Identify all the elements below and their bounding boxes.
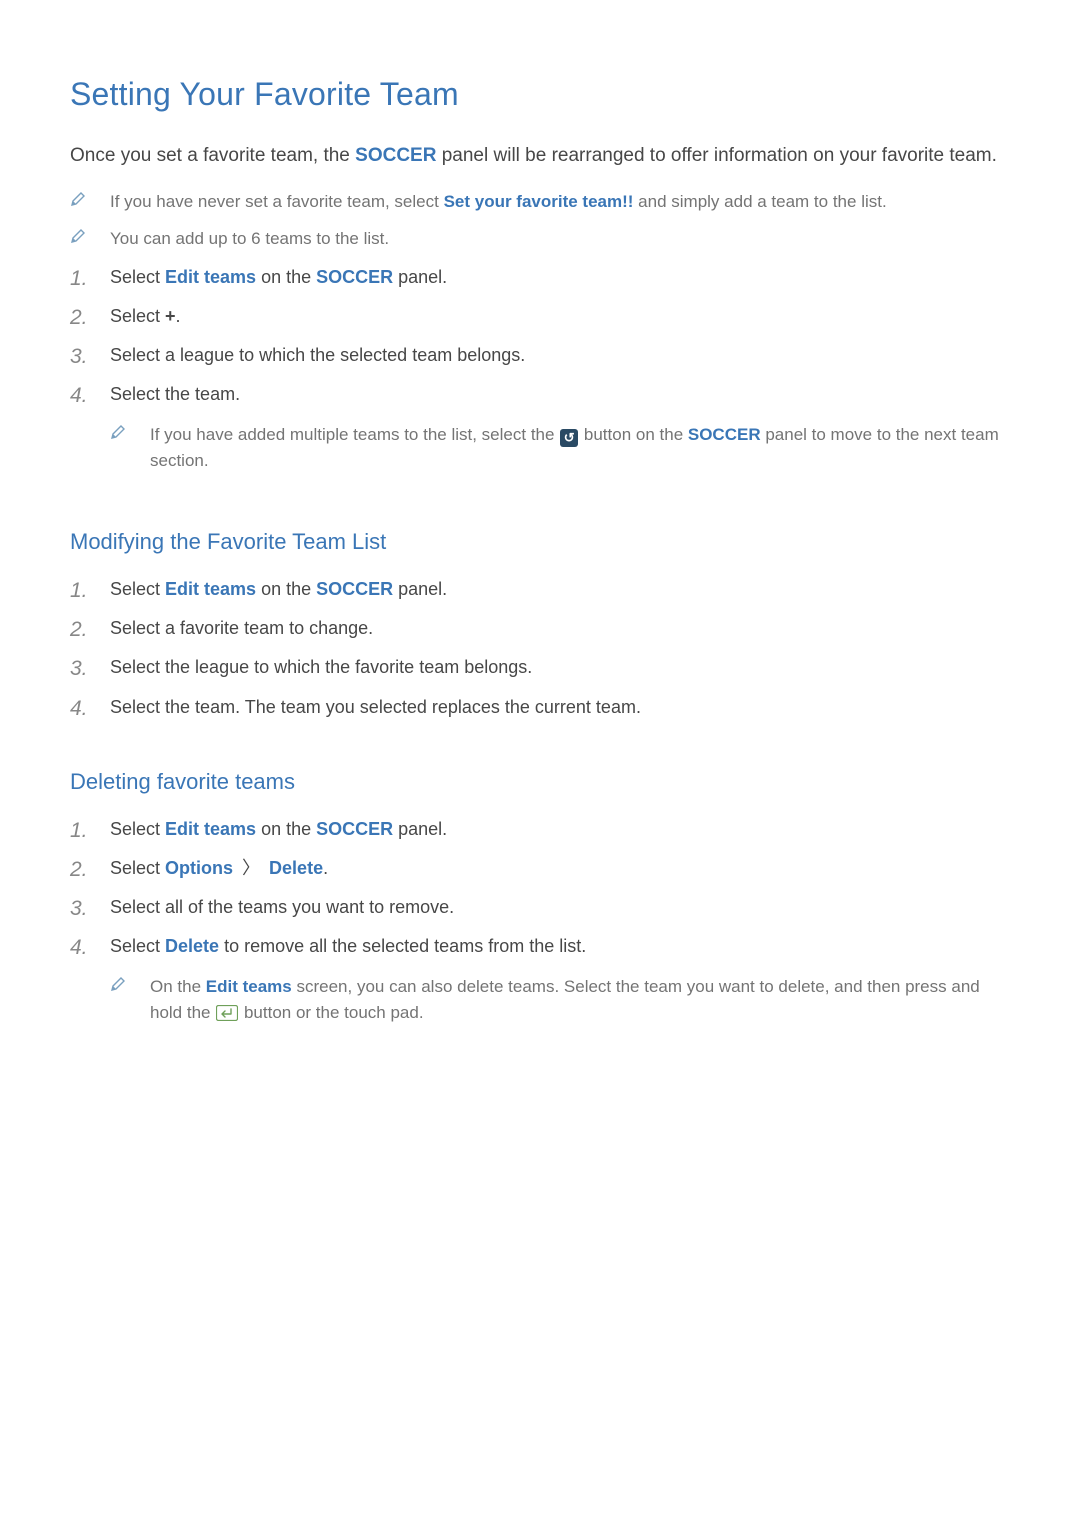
pencil-icon	[110, 424, 126, 473]
step-number: 1.	[70, 818, 88, 843]
nested-note-list: On the Edit teams screen, you can also d…	[110, 974, 1010, 1025]
intro-pre: Once you set a favorite team, the	[70, 145, 355, 166]
step-text: Select Edit teams on the SOCCER panel.	[110, 264, 1010, 291]
step-text: Select a league to which the selected te…	[110, 342, 1010, 369]
page-title: Setting Your Favorite Team	[70, 70, 1010, 118]
step-number: 3.	[70, 656, 88, 681]
step-item: 4. Select Delete to remove all the selec…	[70, 933, 1010, 1033]
note-text: If you have never set a favorite team, s…	[110, 189, 1010, 215]
top-notes-list: If you have never set a favorite team, s…	[70, 189, 1010, 482]
intro-paragraph: Once you set a favorite team, the SOCCER…	[70, 142, 1010, 171]
modify-steps-list: 1. Select Edit teams on the SOCCER panel…	[70, 576, 1010, 721]
nested-note: On the Edit teams screen, you can also d…	[110, 974, 1010, 1025]
step-text: Select the team.	[110, 384, 240, 404]
intro-post: panel will be rearranged to offer inform…	[436, 145, 996, 166]
note-text: You can add up to 6 teams to the list.	[110, 226, 1010, 252]
step-number: 4.	[70, 696, 88, 721]
note-pre: If you have never set a favorite team, s…	[110, 192, 444, 211]
nested-note-list: If you have added multiple teams to the …	[110, 422, 1010, 473]
cycle-button-icon: ↺	[560, 429, 578, 447]
step-item: 1. Select Edit teams on the SOCCER panel…	[70, 264, 1010, 291]
step-item: 3. Select all of the teams you want to r…	[70, 894, 1010, 921]
step-text: Select Edit teams on the SOCCER panel.	[110, 816, 1010, 843]
step-number: 1.	[70, 578, 88, 603]
step-number: 4.	[70, 383, 88, 408]
step-text: Select +.	[110, 303, 1010, 330]
step-item: 2. Select Options 〉 Delete.	[70, 855, 1010, 882]
step-item: 4. Select the team. If you have added mu…	[70, 381, 1010, 481]
enter-key-icon	[216, 1005, 238, 1021]
note-item: You can add up to 6 teams to the list.	[70, 226, 1010, 252]
pencil-icon	[70, 191, 86, 207]
step-text: Select Delete to remove all the selected…	[110, 936, 586, 956]
step-item: 1. Select Edit teams on the SOCCER panel…	[70, 576, 1010, 603]
step-text: Select the league to which the favorite …	[110, 654, 1010, 681]
step-number: 2.	[70, 617, 88, 642]
step-item: 2. Select +.	[70, 303, 1010, 330]
note-post: and simply add a team to the list.	[633, 192, 886, 211]
step-number: 3.	[70, 896, 88, 921]
step-number: 3.	[70, 344, 88, 369]
step-text: Select the team. The team you selected r…	[110, 694, 1010, 721]
step-item: 1. Select Edit teams on the SOCCER panel…	[70, 816, 1010, 843]
step-number: 2.	[70, 305, 88, 330]
section-title-delete: Deleting favorite teams	[70, 765, 1010, 798]
note-accent: Set your favorite team!!	[444, 192, 634, 211]
nested-note: If you have added multiple teams to the …	[110, 422, 1010, 473]
step-text: Select a favorite team to change.	[110, 615, 1010, 642]
step-text: Select Edit teams on the SOCCER panel.	[110, 576, 1010, 603]
nested-note-text: If you have added multiple teams to the …	[150, 422, 1010, 473]
section-title-modify: Modifying the Favorite Team List	[70, 525, 1010, 558]
step-number: 1.	[70, 266, 88, 291]
pencil-icon	[110, 976, 126, 1025]
pencil-icon	[70, 228, 86, 244]
nested-note-text: On the Edit teams screen, you can also d…	[150, 974, 1010, 1025]
step-number: 2.	[70, 857, 88, 882]
step-number: 4.	[70, 935, 88, 960]
intro-accent: SOCCER	[355, 145, 436, 166]
step-item: 4. Select the team. The team you selecte…	[70, 694, 1010, 721]
step-text: Select Options 〉 Delete.	[110, 855, 1010, 882]
step-text: Select all of the teams you want to remo…	[110, 894, 1010, 921]
step-item: 3. Select the league to which the favori…	[70, 654, 1010, 681]
step-item: 3. Select a league to which the selected…	[70, 342, 1010, 369]
delete-steps-list: 1. Select Edit teams on the SOCCER panel…	[70, 816, 1010, 1034]
step-item: 2. Select a favorite team to change.	[70, 615, 1010, 642]
note-item: If you have never set a favorite team, s…	[70, 189, 1010, 215]
